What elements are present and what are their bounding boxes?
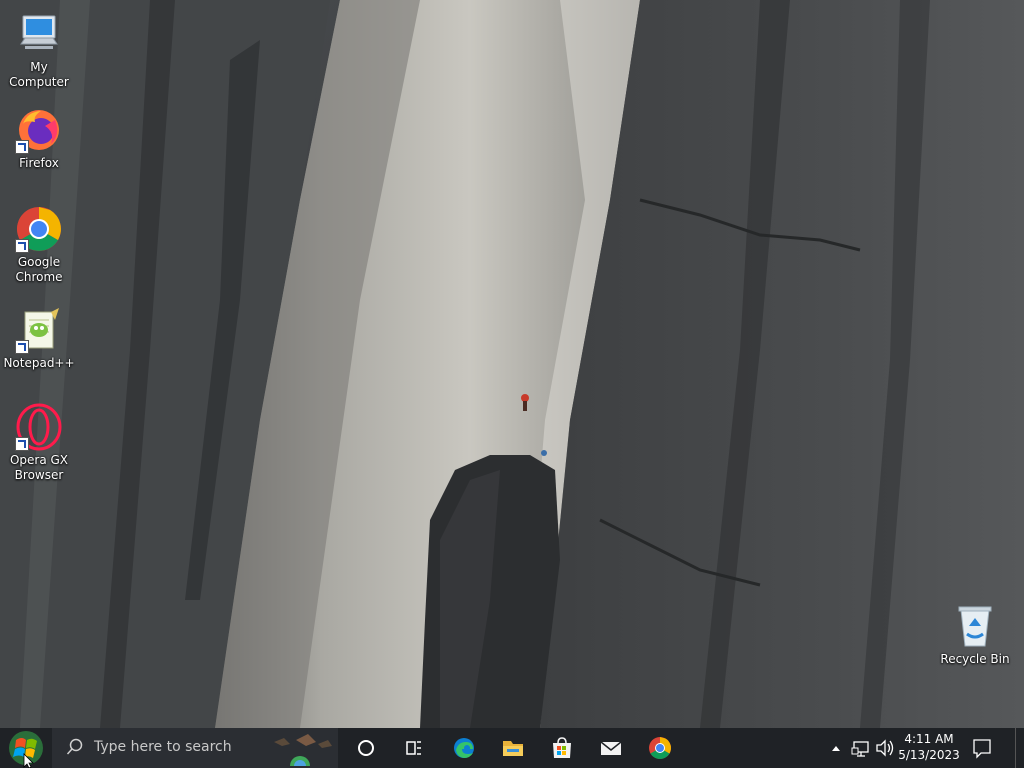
network-button[interactable] xyxy=(850,728,872,768)
desktop-icon-label: Notepad++ xyxy=(3,356,75,370)
shortcut-arrow-icon xyxy=(15,140,29,154)
desktop-icon-notepadpp[interactable]: Notepad++ xyxy=(1,306,77,371)
desktop-icon-opera-gx[interactable]: Opera GX Browser xyxy=(1,403,77,483)
notification-icon xyxy=(973,739,991,759)
search-placeholder: Type here to search xyxy=(94,739,232,755)
microsoft-store-button[interactable] xyxy=(538,728,586,768)
desktop-icon-google-chrome[interactable]: Google Chrome xyxy=(1,205,77,285)
edge-icon xyxy=(454,738,474,758)
desktop-icon-label: My Computer xyxy=(9,60,69,89)
chrome-icon xyxy=(649,737,671,759)
desktop: My Computer Firefox Google Chrome Notepa… xyxy=(0,0,1024,728)
microsoft-store-icon xyxy=(553,737,571,758)
chrome-icon xyxy=(15,205,63,253)
wallpaper-image xyxy=(0,0,1024,728)
show-hidden-icons-button[interactable] xyxy=(828,728,844,768)
taskbar: Type here to search 4:11 AM 5/13/2023 xyxy=(0,728,1024,769)
shortcut-arrow-icon xyxy=(15,340,29,354)
mail-icon xyxy=(600,741,622,755)
firefox-icon xyxy=(15,106,63,154)
file-explorer-icon xyxy=(503,741,523,756)
cortana-button[interactable] xyxy=(342,728,390,768)
chrome-taskbar-button[interactable] xyxy=(636,728,684,768)
shortcut-arrow-icon xyxy=(15,239,29,253)
chevron-up-icon xyxy=(832,746,840,751)
desktop-icon-label: Google Chrome xyxy=(15,255,63,284)
desktop-icon-firefox[interactable]: Firefox xyxy=(1,106,77,171)
task-view-icon xyxy=(406,741,421,755)
edge-button[interactable] xyxy=(440,728,488,768)
desktop-icon-my-computer[interactable]: My Computer xyxy=(1,10,77,90)
desktop-icon-label: Opera GX Browser xyxy=(9,453,69,482)
search-icon xyxy=(66,738,83,755)
windows-logo-icon xyxy=(9,731,43,769)
search-highlight-image xyxy=(270,730,336,766)
clock-time: 4:11 AM xyxy=(904,732,954,746)
network-icon xyxy=(851,741,869,757)
mail-button[interactable] xyxy=(587,728,635,768)
shortcut-arrow-icon xyxy=(15,437,29,451)
action-center-button[interactable] xyxy=(968,728,996,768)
show-desktop-button[interactable] xyxy=(1015,728,1024,768)
file-explorer-button[interactable] xyxy=(489,728,537,768)
cortana-icon xyxy=(358,740,374,756)
desktop-icon-label: Firefox xyxy=(19,156,59,170)
speaker-icon xyxy=(876,739,894,757)
notepadpp-icon xyxy=(15,306,63,354)
desktop-icon-label: Recycle Bin xyxy=(940,652,1010,666)
volume-button[interactable] xyxy=(874,728,896,768)
search-box[interactable]: Type here to search xyxy=(52,728,338,768)
opera-gx-icon xyxy=(15,403,63,451)
computer-icon xyxy=(15,10,63,58)
desktop-icon-recycle-bin[interactable]: Recycle Bin xyxy=(937,602,1013,667)
start-button[interactable] xyxy=(0,728,48,769)
recycle-bin-icon xyxy=(951,602,999,650)
clock[interactable]: 4:11 AM 5/13/2023 xyxy=(896,731,962,763)
task-view-button[interactable] xyxy=(390,728,438,768)
clock-date: 5/13/2023 xyxy=(898,748,960,762)
